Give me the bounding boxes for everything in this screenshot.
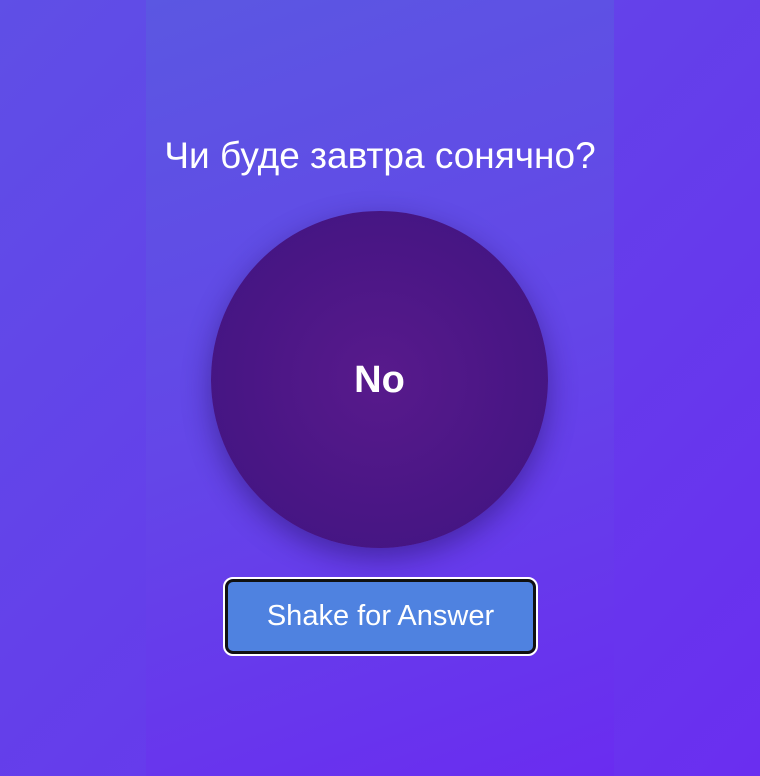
question-text: Чи буде завтра сонячно? [164,135,596,176]
shake-for-answer-button[interactable]: Shake for Answer [223,577,538,656]
answer-text: No [354,358,405,401]
magic-8-ball: No [211,211,548,548]
